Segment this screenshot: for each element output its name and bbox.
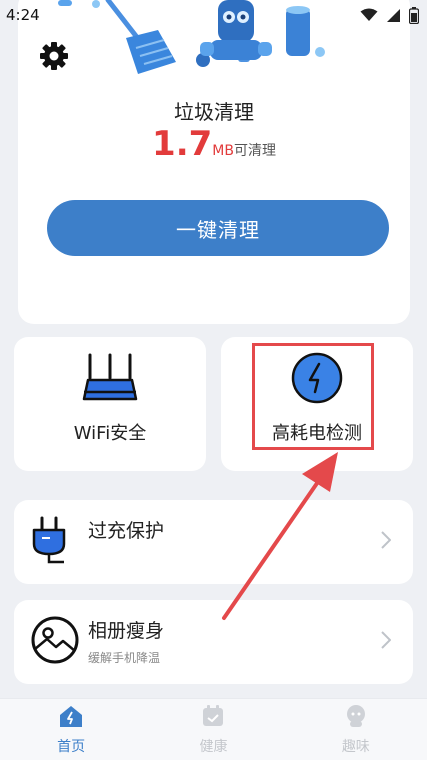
router-icon — [82, 351, 138, 405]
tab-health[interactable]: 健康 — [142, 699, 284, 760]
tile-wifi-label: WiFi安全 — [73, 423, 147, 444]
tab-fun-label: 趣味 — [341, 738, 370, 755]
battery-icon — [409, 6, 419, 24]
tab-health-label: 健康 — [199, 738, 228, 755]
cleaner-card: 垃圾清理 1.7MB可清理 一键清理 — [18, 0, 410, 324]
cell-signal-icon — [386, 8, 401, 23]
status-bar: 4:24 — [0, 0, 427, 30]
one-click-clean-button[interactable]: 一键清理 — [47, 200, 389, 256]
face-icon — [344, 704, 368, 732]
tab-fun[interactable]: 趣味 — [285, 699, 427, 760]
tab-home[interactable]: 首页 — [0, 699, 142, 760]
row-album-text: 相册瘦身 缓解手机降温 — [88, 616, 164, 666]
photo-icon — [30, 615, 80, 669]
cleanable-size-suffix: 可清理 — [233, 143, 276, 159]
plug-icon — [30, 514, 70, 570]
home-icon — [58, 704, 84, 732]
bottom-tab-bar: 首页 健康 趣味 — [0, 698, 427, 760]
row-overcharge-text: 过充保护 — [88, 516, 164, 543]
trash-clean-title: 垃圾清理 — [174, 100, 254, 124]
row-album-title: 相册瘦身 — [88, 620, 165, 642]
cleanable-size: 1.7MB可清理 — [18, 124, 410, 164]
wifi-signal-icon — [360, 8, 378, 22]
cleanable-size-value: 1.7 — [152, 124, 213, 164]
status-time: 4:24 — [6, 6, 40, 24]
tab-home-label: 首页 — [57, 738, 86, 755]
row-overcharge-protection[interactable]: 过充保护 — [14, 500, 413, 584]
tile-wifi-security[interactable]: WiFi安全 — [14, 337, 206, 471]
row-album-subtitle: 缓解手机降温 — [88, 651, 161, 665]
status-icons — [360, 6, 419, 24]
row-overcharge-title: 过充保护 — [88, 520, 165, 542]
chevron-right-icon — [381, 531, 392, 553]
chevron-right-icon — [381, 631, 392, 653]
row-album-slimming[interactable]: 相册瘦身 缓解手机降温 — [14, 600, 413, 684]
cleanable-size-unit: MB — [212, 143, 234, 159]
calendar-icon — [201, 704, 225, 732]
settings-gear-icon[interactable] — [38, 40, 70, 72]
annotation-highlight-box — [252, 343, 374, 450]
